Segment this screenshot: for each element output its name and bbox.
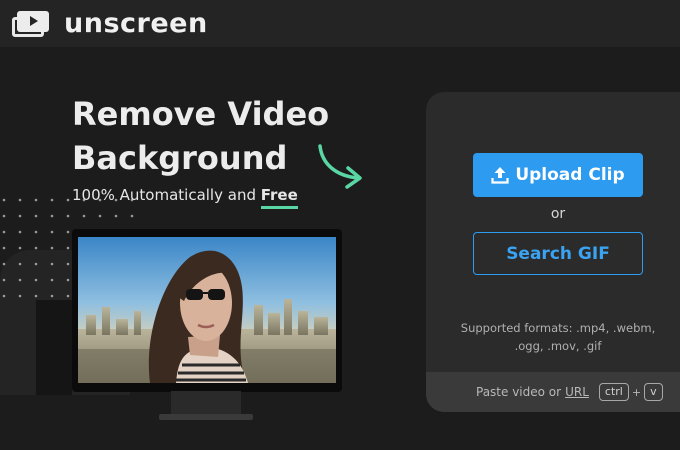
key-plus: +	[631, 385, 642, 399]
paste-bar[interactable]: Paste video or URL ctrl + v	[426, 372, 680, 412]
upload-icon	[491, 167, 509, 184]
preview-monitor	[72, 229, 342, 392]
video-layers-icon	[12, 10, 50, 38]
upload-panel: Upload Clip or Search GIF Supported form…	[426, 92, 680, 412]
brand-name: unscreen	[64, 8, 208, 39]
upload-clip-label: Upload Clip	[515, 165, 625, 185]
hero-subtitle: 100% Automatically and Free	[72, 186, 298, 204]
hero-subtitle-text: 100% Automatically and	[72, 186, 261, 204]
v-key: v	[644, 383, 663, 401]
hero-subtitle-free: Free	[260, 186, 298, 204]
logo[interactable]: unscreen	[12, 8, 208, 39]
top-bar: unscreen	[0, 0, 680, 47]
ctrl-key: ctrl	[598, 383, 629, 401]
or-separator: or	[550, 206, 566, 222]
curved-arrow-icon	[318, 144, 362, 189]
monitor-base	[159, 414, 253, 420]
upload-clip-button[interactable]: Upload Clip	[473, 153, 643, 197]
search-gif-button[interactable]: Search GIF	[473, 232, 643, 275]
video-preview	[78, 237, 336, 383]
paste-url-link[interactable]: URL	[565, 385, 589, 399]
search-gif-label: Search GIF	[506, 243, 610, 264]
supported-formats: Supported formats: .mp4, .webm, .ogg, .m…	[460, 321, 656, 353]
paste-text: Paste video or	[476, 385, 562, 399]
video-preview-image	[78, 237, 336, 383]
background-shape-inner	[36, 300, 72, 395]
